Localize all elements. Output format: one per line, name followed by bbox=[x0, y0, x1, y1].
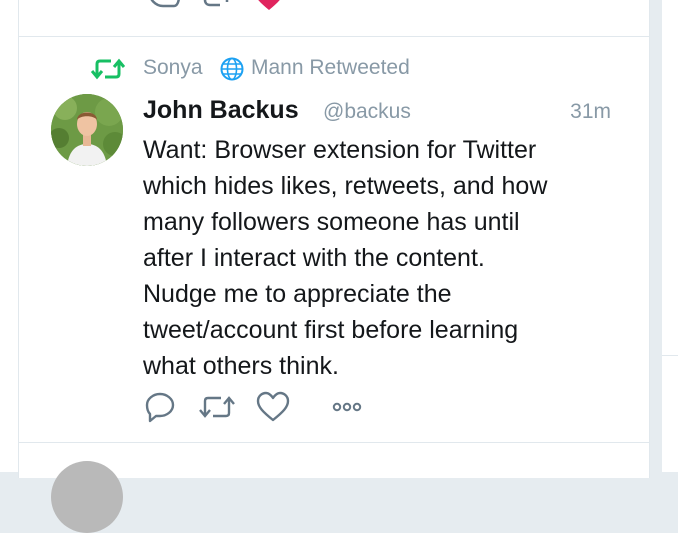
more-icon[interactable] bbox=[331, 390, 367, 429]
retweeter-name-first[interactable]: Sonya bbox=[143, 56, 203, 80]
previous-tweet bbox=[19, 0, 649, 37]
heart-icon[interactable] bbox=[255, 390, 291, 429]
tweet-header: John Backus @backus 31m bbox=[143, 94, 623, 128]
retweet-icon[interactable] bbox=[197, 390, 237, 429]
tweet-text-line: after I interact with the content. bbox=[143, 244, 485, 272]
tweet-text-line: tweet/account first before learning bbox=[143, 316, 519, 344]
more-icon[interactable] bbox=[308, 0, 362, 12]
retweet-icon[interactable] bbox=[200, 0, 254, 12]
tweet-text-line: which hides likes, retweets, and how bbox=[143, 172, 548, 200]
tweet-text-line: Want: Browser extension for Twitter bbox=[143, 136, 537, 164]
timeline: Sonya Mann Retweeted John Backus @backus… bbox=[18, 0, 650, 533]
tweet-text-line: Nudge me to appreciate the bbox=[143, 280, 452, 308]
tweet[interactable]: Sonya Mann Retweeted John Backus @backus… bbox=[19, 36, 649, 442]
next-tweet[interactable] bbox=[19, 442, 649, 533]
retweeted-label[interactable]: Mann Retweeted bbox=[251, 56, 410, 80]
heart-icon[interactable] bbox=[254, 0, 308, 12]
right-divider bbox=[662, 355, 678, 356]
left-gutter bbox=[0, 0, 18, 472]
globe-icon bbox=[220, 57, 244, 87]
tweet-timestamp[interactable]: 31m bbox=[570, 100, 611, 124]
retweet-icon bbox=[90, 58, 126, 86]
tweet-text: Want: Browser extension for Twitter whic… bbox=[143, 132, 623, 384]
reply-icon[interactable] bbox=[146, 0, 200, 12]
author-fullname[interactable]: John Backus bbox=[143, 96, 299, 125]
previous-tweet-actions bbox=[146, 0, 362, 14]
avatar[interactable] bbox=[51, 94, 123, 166]
tweet-text-line: what others think. bbox=[143, 352, 339, 380]
tweet-text-line: many followers someone has until bbox=[143, 208, 520, 236]
reply-icon[interactable] bbox=[143, 390, 177, 429]
author-username[interactable]: @backus bbox=[323, 100, 411, 124]
right-gutter bbox=[662, 0, 678, 472]
